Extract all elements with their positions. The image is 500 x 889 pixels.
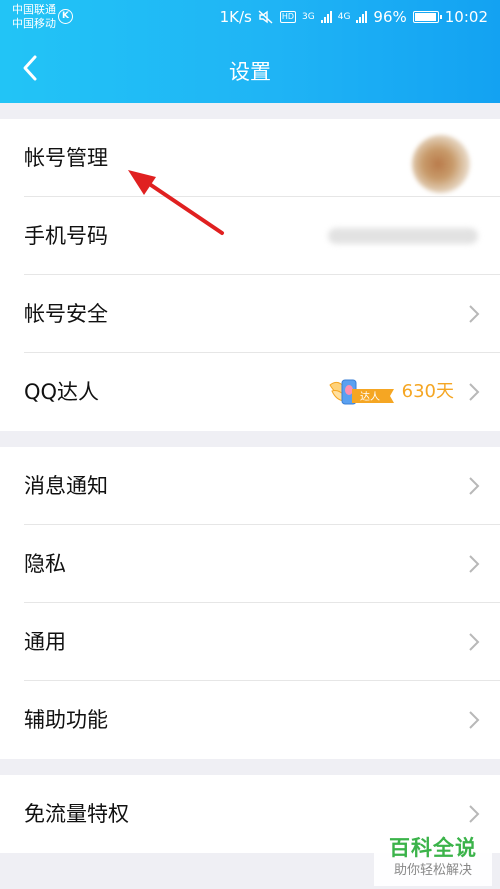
qq-expert-days: 630天 [401,381,454,402]
page-title: 设置 [229,60,271,84]
signal-1-icon [320,11,332,23]
network-speed: 1K/s [219,8,252,26]
carrier-1: 中国联通 [12,3,56,16]
k-badge-icon: K [58,9,73,24]
row-phone-number[interactable]: 手机号码 [0,197,500,275]
settings-group-account: 帐号管理 手机号码 帐号安全 QQ达人 达人 630天 [0,119,500,431]
chevron-right-icon [469,711,480,729]
row-account-security[interactable]: 帐号安全 [0,275,500,353]
red-arrow-annotation-icon [128,170,224,235]
row-label: 通用 [24,630,66,654]
clock: 10:02 [444,8,488,26]
row-account-management[interactable]: 帐号管理 [0,119,500,197]
battery-icon [412,11,442,23]
qq-expert-badge-icon: 达人 [329,379,394,405]
row-label: 辅助功能 [24,708,108,732]
avatar [412,135,470,193]
signal-2-icon [356,11,368,23]
row-accessibility[interactable]: 辅助功能 [0,681,500,759]
status-bar: 中国联通 中国移动 K 1K/s HD 3G 4G 96% 10:02 [0,0,500,36]
watermark-subtitle: 助你轻松解决 [393,863,472,878]
row-label: 手机号码 [24,224,108,248]
row-notifications[interactable]: 消息通知 [0,447,500,525]
chevron-right-icon [469,477,480,495]
hd-icon: HD [279,11,297,23]
chevron-right-icon [469,805,480,823]
carrier-info: 中国联通 中国移动 [12,3,56,31]
settings-group-general: 消息通知 隐私 通用 辅助功能 [0,447,500,759]
row-general[interactable]: 通用 [0,603,500,681]
row-label: 帐号安全 [24,302,108,326]
row-label: 免流量特权 [24,802,129,826]
chevron-right-icon [469,633,480,651]
chevron-right-icon [469,305,480,323]
carrier-2: 中国移动 [12,17,56,30]
qq-expert-badge-text: 达人 [360,391,380,403]
app-header: 中国联通 中国移动 K 1K/s HD 3G 4G 96% 10:02 设置 [0,0,500,103]
row-label: QQ达人 [24,380,100,404]
watermark: 百科全说 助你轻松解决 [374,834,492,886]
row-label: 隐私 [24,552,66,576]
status-right: 1K/s HD 3G 4G 96% 10:02 [220,8,488,26]
phone-number-blurred [328,228,478,244]
chevron-right-icon [469,383,480,401]
mute-icon [258,10,273,24]
battery-percent: 96% [373,8,407,26]
row-qq-expert[interactable]: QQ达人 达人 630天 [0,353,500,431]
watermark-title: 百科全说 [389,836,477,860]
network-4g: 4G [337,12,351,22]
row-label: 帐号管理 [24,146,108,170]
chevron-right-icon [469,555,480,573]
row-privacy[interactable]: 隐私 [0,525,500,603]
network-3g: 3G [302,12,315,22]
row-label: 消息通知 [24,474,108,498]
